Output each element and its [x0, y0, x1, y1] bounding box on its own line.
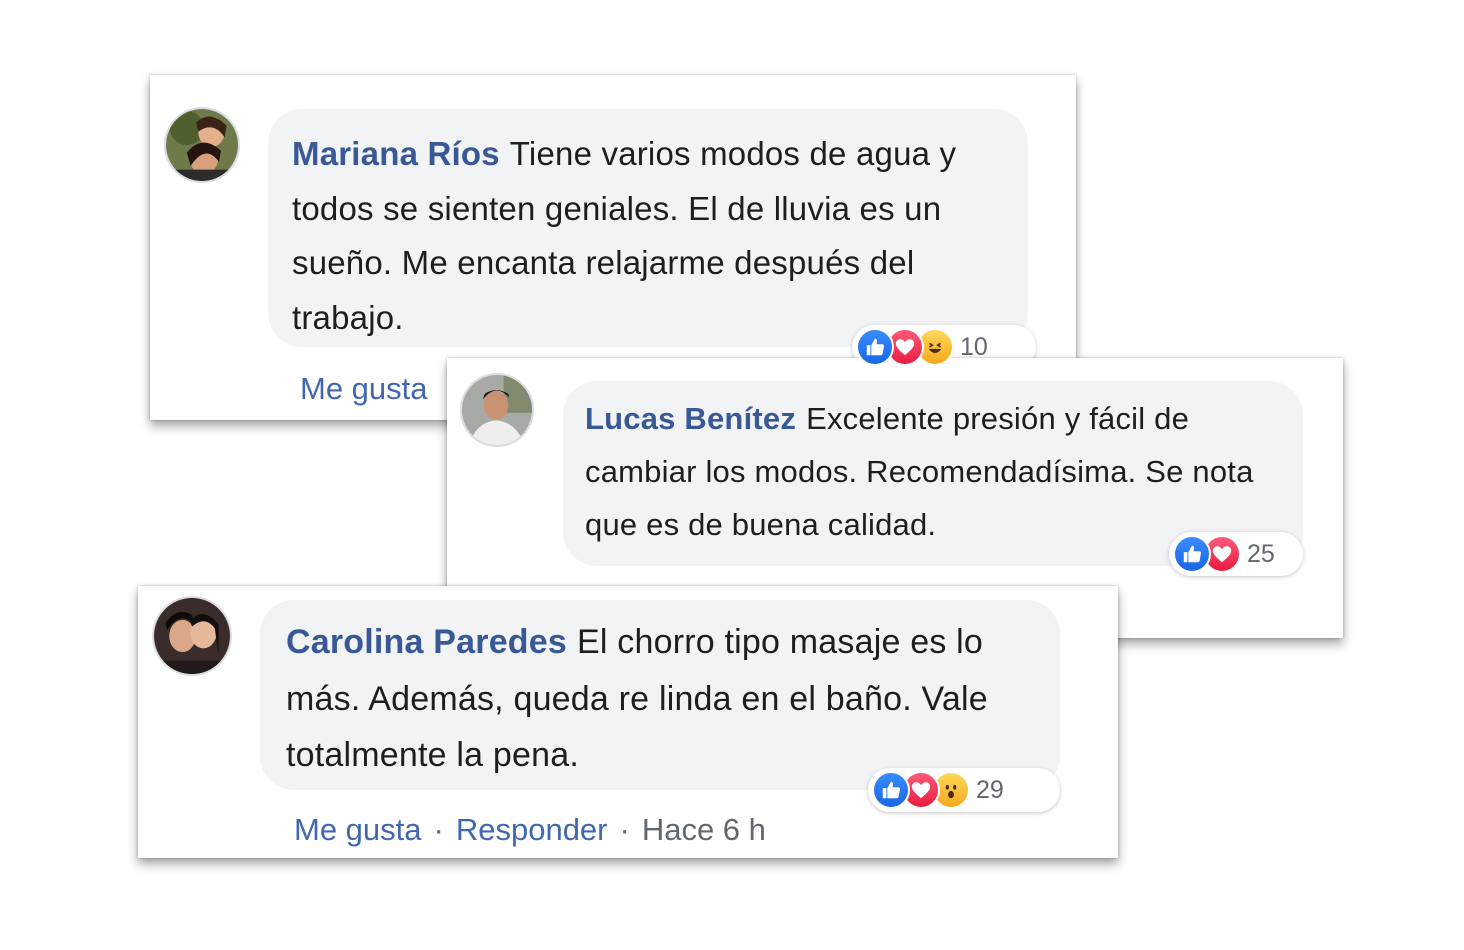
- comment-text: Carolina Paredes El chorro tipo masaje es…: [286, 614, 1046, 784]
- comment-actions: Me gusta · Responder · Hace 6 h: [294, 812, 766, 848]
- comment-actions: Me gusta: [300, 371, 428, 407]
- like-icon: [856, 328, 894, 366]
- avatar-photo: [166, 109, 238, 181]
- like-icon: [872, 771, 910, 809]
- timestamp[interactable]: Hace 6 h: [642, 812, 766, 847]
- avatar[interactable]: [164, 107, 240, 183]
- like-link[interactable]: Me gusta: [294, 812, 422, 847]
- reaction-summary[interactable]: 25: [1169, 532, 1303, 576]
- separator: ·: [433, 812, 444, 847]
- reply-link[interactable]: Responder: [456, 812, 608, 847]
- avatar[interactable]: [152, 596, 232, 676]
- comment-author[interactable]: Lucas Benítez: [585, 401, 796, 436]
- comment-text: Lucas Benítez Excelente presión y fácil d…: [585, 392, 1275, 551]
- reaction-count: 29: [976, 775, 1004, 804]
- avatar[interactable]: [460, 373, 534, 447]
- comment-card-3: Carolina Paredes El chorro tipo masaje es…: [138, 586, 1118, 858]
- like-link[interactable]: Me gusta: [300, 371, 428, 406]
- avatar-photo: [462, 375, 532, 445]
- reaction-summary[interactable]: 29: [868, 768, 1060, 812]
- avatar-photo: [154, 598, 230, 674]
- separator: ·: [619, 812, 630, 847]
- comment-text: Mariana Ríos Tiene varios modos de agua y…: [292, 127, 1022, 345]
- comment-author[interactable]: Carolina Paredes: [286, 623, 567, 661]
- reaction-count: 25: [1247, 539, 1275, 568]
- like-icon: [1173, 535, 1211, 573]
- comment-author[interactable]: Mariana Ríos: [292, 135, 500, 172]
